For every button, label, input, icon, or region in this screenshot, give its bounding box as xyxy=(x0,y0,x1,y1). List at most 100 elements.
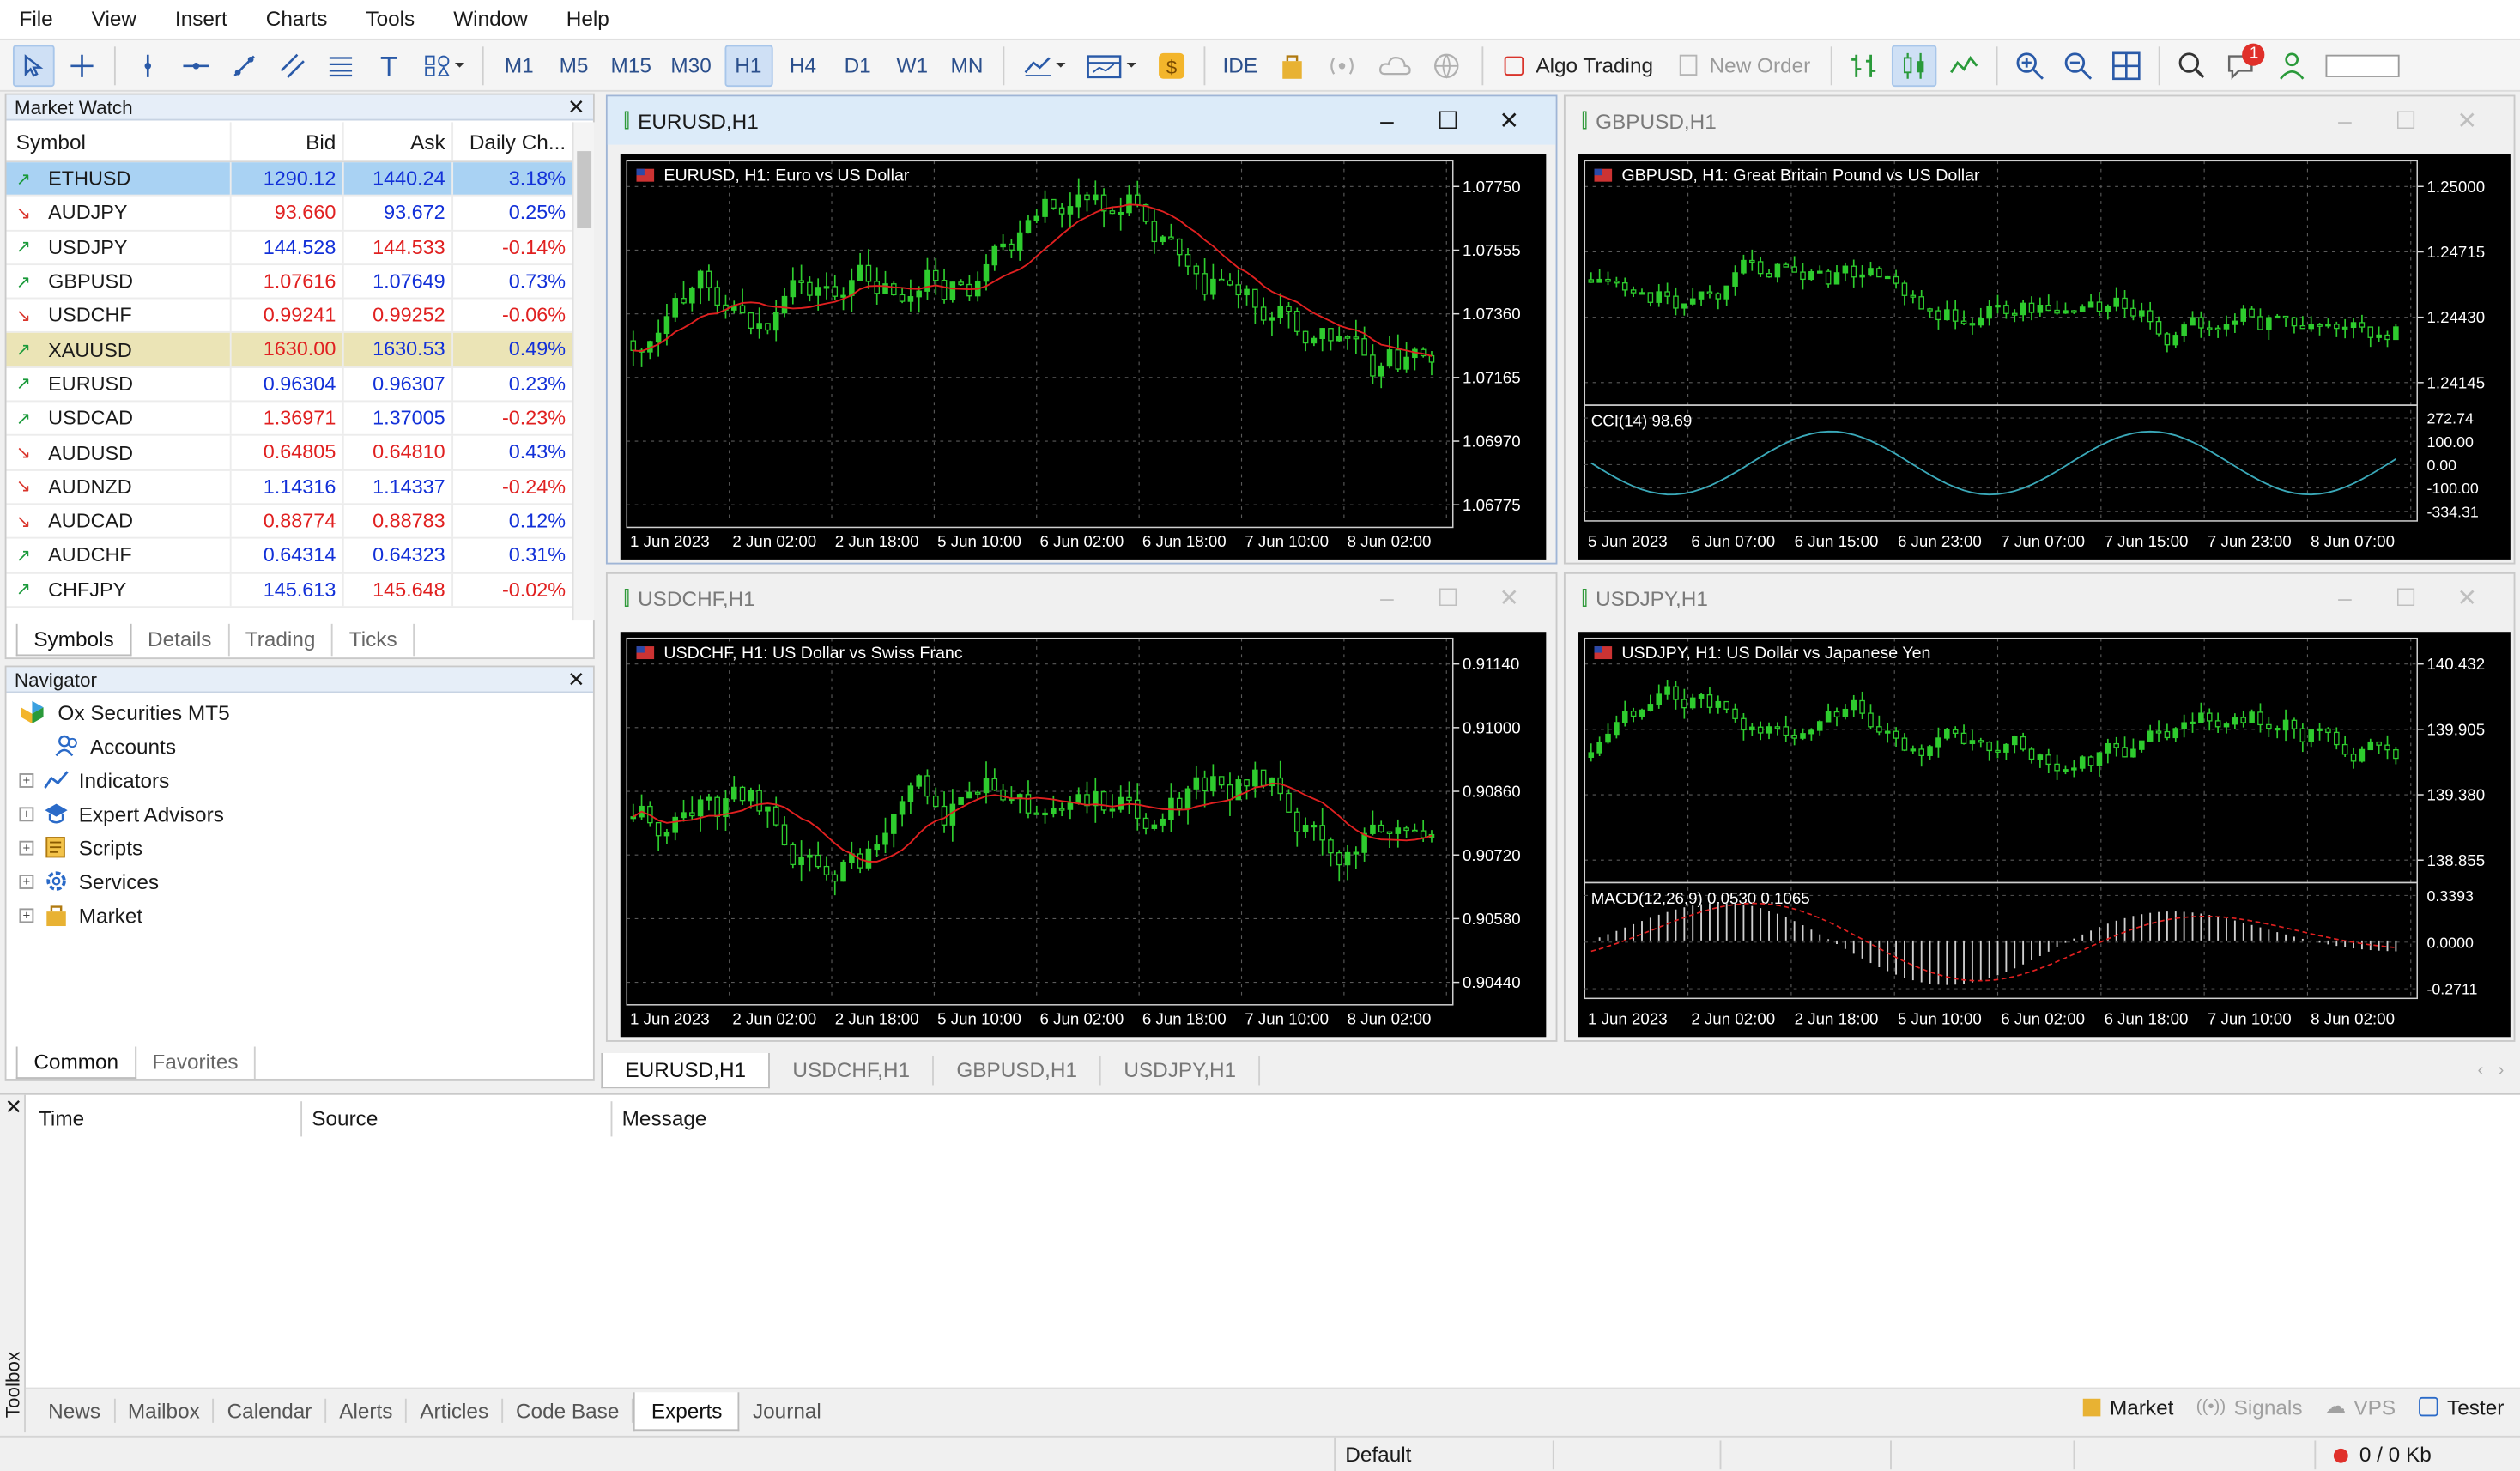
navigator-scripts[interactable]: + Scripts xyxy=(19,831,142,863)
menu-file[interactable]: File xyxy=(0,0,72,39)
navigator-root[interactable]: Ox Securities MT5 xyxy=(19,696,230,728)
close-icon[interactable]: ✕ xyxy=(1479,106,1540,136)
cloud-icon[interactable] xyxy=(1370,45,1418,87)
vps-button[interactable]: ☁ VPS xyxy=(2325,1394,2396,1420)
table-row[interactable]: ↘ AUDUSD 0.64805 0.64810 0.43% xyxy=(6,436,572,471)
tab-favorites[interactable]: Favorites xyxy=(136,1046,257,1079)
templates-icon[interactable] xyxy=(1080,45,1144,87)
tester-button[interactable]: Tester xyxy=(2418,1395,2504,1419)
shapes-icon[interactable] xyxy=(416,45,471,87)
tab-common[interactable]: Common xyxy=(15,1046,136,1079)
table-row[interactable]: ↗ EURUSD 0.96304 0.96307 0.23% xyxy=(6,367,572,403)
trendline-icon[interactable] xyxy=(223,45,265,87)
account-icon[interactable] xyxy=(2272,45,2314,87)
tab-journal[interactable]: Journal xyxy=(740,1399,834,1423)
timeframe-h4[interactable]: H4 xyxy=(778,45,827,87)
tab-articles[interactable]: Articles xyxy=(407,1398,503,1423)
tab-experts[interactable]: Experts xyxy=(633,1391,740,1431)
minimize-icon[interactable]: – xyxy=(1356,107,1417,135)
table-row[interactable]: ↗ AUDCHF 0.64314 0.64323 0.31% xyxy=(6,539,572,573)
navigator-accounts[interactable]: Accounts xyxy=(55,729,176,761)
timeframe-m15[interactable]: M15 xyxy=(604,45,657,87)
chart-tab-eurusd[interactable]: EURUSD,H1 xyxy=(601,1053,771,1089)
maximize-icon[interactable]: ☐ xyxy=(1418,584,1479,613)
close-icon[interactable]: ✕ xyxy=(2437,584,2498,613)
chart-tab-usdchf[interactable]: USDCHF,H1 xyxy=(770,1056,935,1086)
table-row[interactable]: ↗ ETHUSD 1290.12 1440.24 3.18% xyxy=(6,162,572,197)
column-bid[interactable]: Bid xyxy=(232,122,344,161)
chart-window-titlebar[interactable]: ⫿ GBPUSD,H1 – ☐ ✕ xyxy=(1566,96,2514,144)
tab-news[interactable]: News xyxy=(35,1398,115,1423)
new-order-button[interactable]: New Order xyxy=(1669,45,1820,87)
market-bag-icon[interactable] xyxy=(1270,45,1312,87)
column-daily-change[interactable]: Daily Ch... xyxy=(453,122,572,160)
timeframe-mn[interactable]: MN xyxy=(942,45,990,87)
close-icon[interactable]: ✕ xyxy=(5,1095,22,1121)
table-row[interactable]: ↘ AUDNZD 1.14316 1.14337 -0.24% xyxy=(6,470,572,505)
tab-mailbox[interactable]: Mailbox xyxy=(115,1398,215,1423)
price-chart[interactable]: 1.25000 1.24715 1.24430 1.24145 GBPUSD, H1: … xyxy=(1578,154,2511,560)
vertical-line-icon[interactable] xyxy=(127,45,169,87)
expand-icon[interactable]: + xyxy=(19,874,34,888)
timeframe-m5[interactable]: M5 xyxy=(549,45,597,87)
tab-ticks[interactable]: Ticks xyxy=(333,623,415,657)
horizontal-line-icon[interactable] xyxy=(175,45,217,87)
table-row[interactable]: ↗ USDJPY 144.528 144.533 -0.14% xyxy=(6,230,572,265)
close-icon[interactable]: ✕ xyxy=(567,95,585,121)
vps-globe-icon[interactable] xyxy=(1425,45,1469,87)
maximize-icon[interactable]: ☐ xyxy=(2376,106,2437,136)
close-icon[interactable]: ✕ xyxy=(1479,584,1540,613)
market-button[interactable]: Market xyxy=(2082,1395,2173,1419)
close-icon[interactable]: ✕ xyxy=(567,667,585,693)
tab-code-base[interactable]: Code Base xyxy=(503,1398,634,1423)
text-tool-icon[interactable] xyxy=(368,45,410,87)
table-row[interactable]: ↘ USDCHF 0.99241 0.99252 -0.06% xyxy=(6,299,572,334)
search-icon[interactable] xyxy=(2172,45,2214,87)
expand-icon[interactable]: + xyxy=(19,806,34,821)
connection-status[interactable]: 0 / 0 Kb xyxy=(2333,1438,2432,1471)
zoom-in-icon[interactable] xyxy=(2009,45,2051,87)
price-chart[interactable]: 140.432 139.905 139.380 138.855 USDJPY, H1: … xyxy=(1578,632,2511,1038)
table-row[interactable]: ↗ CHFJPY 145.613 145.648 -0.02% xyxy=(6,572,572,608)
menu-tools[interactable]: Tools xyxy=(347,0,434,39)
navigator-services[interactable]: + Services xyxy=(19,865,159,897)
timeframe-w1[interactable]: W1 xyxy=(888,45,936,87)
chart-tab-usdjpy[interactable]: USDJPY,H1 xyxy=(1101,1056,1261,1086)
menu-view[interactable]: View xyxy=(72,0,155,39)
fibonacci-icon[interactable] xyxy=(320,45,362,87)
expand-icon[interactable]: + xyxy=(19,839,34,855)
timeframe-m1[interactable]: M1 xyxy=(495,45,543,87)
tab-alerts[interactable]: Alerts xyxy=(326,1398,408,1423)
chart-tabs-scroll-arrows[interactable]: ‹ › xyxy=(2477,1061,2504,1080)
indicators-icon[interactable] xyxy=(1015,45,1073,87)
channel-icon[interactable] xyxy=(271,45,313,87)
line-chart-icon[interactable] xyxy=(1944,45,1986,87)
column-symbol[interactable]: Symbol xyxy=(6,122,232,161)
close-icon[interactable]: ✕ xyxy=(2437,106,2498,136)
timeframe-d1[interactable]: D1 xyxy=(833,45,881,87)
column-ask[interactable]: Ask xyxy=(344,122,454,161)
tab-calendar[interactable]: Calendar xyxy=(215,1398,327,1423)
tab-details[interactable]: Details xyxy=(131,623,230,657)
signals-button[interactable]: ((•)) Signals xyxy=(2196,1395,2303,1419)
navigator-indicators[interactable]: + Indicators xyxy=(19,764,169,796)
zoom-out-icon[interactable] xyxy=(2058,45,2100,87)
market-dollar-icon[interactable]: $ xyxy=(1150,45,1192,87)
column-message[interactable]: Message xyxy=(610,1101,1093,1137)
cursor-tool-icon[interactable] xyxy=(12,44,55,87)
bar-chart-icon[interactable] xyxy=(1845,45,1887,87)
notifications-button[interactable]: 1 xyxy=(2220,42,2266,87)
minimize-icon[interactable]: – xyxy=(1356,584,1417,612)
tile-windows-icon[interactable] xyxy=(2106,45,2148,87)
algo-trading-button[interactable]: Algo Trading xyxy=(1494,45,1663,87)
timeframe-m30[interactable]: M30 xyxy=(664,45,718,87)
table-row[interactable]: ↗ XAUUSD 1630.00 1630.53 0.49% xyxy=(6,333,572,368)
profile-name[interactable]: Default xyxy=(1334,1437,1553,1471)
menu-window[interactable]: Window xyxy=(434,0,548,39)
chart-window-titlebar[interactable]: ⫿ EURUSD,H1 – ☐ ✕ xyxy=(607,96,1556,145)
expand-icon[interactable]: + xyxy=(19,907,34,923)
timeframe-h1[interactable]: H1 xyxy=(724,44,772,87)
table-row[interactable]: ↘ AUDCAD 0.88774 0.88783 0.12% xyxy=(6,505,572,540)
chart-tab-gbpusd[interactable]: GBPUSD,H1 xyxy=(934,1056,1102,1086)
scrollbar[interactable] xyxy=(572,122,595,621)
